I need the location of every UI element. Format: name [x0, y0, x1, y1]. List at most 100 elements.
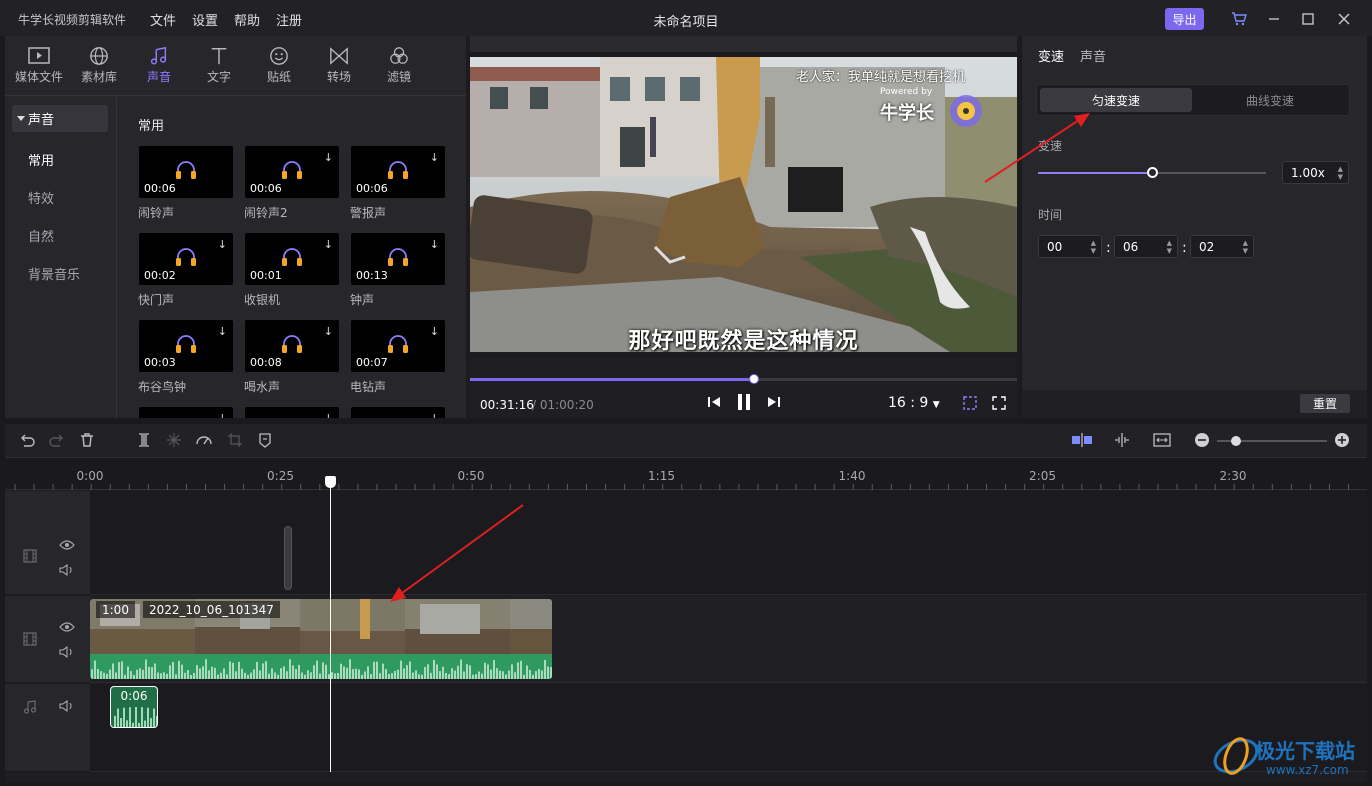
- menu-register[interactable]: 注册: [276, 10, 302, 29]
- sound-card[interactable]: ↓: [245, 407, 339, 418]
- sound-card[interactable]: 00:08 ↓: [245, 320, 339, 372]
- download-icon[interactable]: ↓: [430, 412, 439, 418]
- redo-icon[interactable]: [49, 432, 65, 452]
- sound-card[interactable]: 00:06 ↓: [245, 146, 339, 198]
- audio-clip[interactable]: 0:06: [110, 686, 158, 728]
- playhead[interactable]: [330, 478, 331, 772]
- small-clip-handle[interactable]: [284, 526, 292, 590]
- split-icon[interactable]: [136, 432, 152, 452]
- zoom-slider-knob[interactable]: [1231, 436, 1241, 446]
- download-icon[interactable]: ↓: [324, 325, 333, 338]
- delete-icon[interactable]: [79, 432, 95, 452]
- tab-text[interactable]: 文字: [189, 42, 249, 92]
- crop-tool-icon[interactable]: [227, 432, 243, 452]
- close-icon[interactable]: [1333, 8, 1355, 30]
- sound-card[interactable]: 00:02 ↓: [139, 233, 233, 285]
- prev-frame-icon[interactable]: [706, 394, 722, 414]
- video-clip[interactable]: 1:00 2022_10_06_101347: [90, 599, 552, 679]
- eye-icon[interactable]: [59, 539, 75, 555]
- zoom-in-icon[interactable]: [1334, 432, 1350, 452]
- pause-icon[interactable]: [736, 392, 752, 416]
- stepper-arrows-icon[interactable]: ▲ ▼: [1091, 239, 1096, 255]
- sound-duration: 00:08: [250, 356, 282, 369]
- volume-icon[interactable]: [59, 563, 75, 580]
- cart-icon[interactable]: [1228, 8, 1250, 30]
- uniform-speed-button[interactable]: 匀速变速: [1040, 88, 1192, 112]
- track-overlay[interactable]: [90, 491, 1367, 595]
- download-icon[interactable]: ↓: [324, 151, 333, 164]
- crop-icon[interactable]: [962, 395, 978, 415]
- freeze-icon[interactable]: [166, 432, 182, 452]
- next-frame-icon[interactable]: [766, 394, 782, 414]
- download-icon[interactable]: ↓: [218, 325, 227, 338]
- time-minutes-input[interactable]: 06 ▲ ▼: [1114, 235, 1178, 258]
- sound-card[interactable]: ↓: [139, 407, 233, 418]
- fit-timeline-icon[interactable]: [1153, 432, 1171, 452]
- download-icon[interactable]: ↓: [430, 151, 439, 164]
- tab-audio[interactable]: 声音: [129, 42, 189, 92]
- stepper-arrows-icon[interactable]: ▲ ▼: [1243, 239, 1248, 255]
- time-seconds-input[interactable]: 02 ▲ ▼: [1190, 235, 1254, 258]
- track-audio[interactable]: [90, 684, 1367, 772]
- playhead-handle[interactable]: [325, 476, 336, 488]
- sound-card[interactable]: 00:13 ↓: [351, 233, 445, 285]
- zoom-out-icon[interactable]: [1194, 432, 1210, 452]
- sound-card[interactable]: 00:03 ↓: [139, 320, 233, 372]
- eye-icon[interactable]: [59, 621, 75, 637]
- download-icon[interactable]: ↓: [324, 238, 333, 251]
- category-effects[interactable]: 特效: [28, 188, 54, 207]
- minimize-icon[interactable]: [1263, 8, 1285, 30]
- undo-icon[interactable]: [19, 432, 35, 452]
- category-header[interactable]: 声音: [12, 105, 108, 132]
- progress-knob[interactable]: [749, 374, 760, 384]
- reset-button[interactable]: 重置: [1300, 394, 1350, 413]
- time-hours-input[interactable]: 00 ▲ ▼: [1038, 235, 1102, 258]
- sound-card[interactable]: 00:01 ↓: [245, 233, 339, 285]
- sound-card[interactable]: 00:06 ↓: [351, 146, 445, 198]
- menu-file[interactable]: 文件: [150, 10, 176, 29]
- stepper-arrows-icon[interactable]: ▲ ▼: [1338, 165, 1343, 181]
- app-name: 牛学长视频剪辑软件: [18, 13, 127, 27]
- speed-gauge-icon[interactable]: [195, 432, 213, 452]
- time-ruler[interactable]: 0:00 0:25 0:50 1:15 1:40 2:05 2:30: [5, 458, 1367, 490]
- video-frame[interactable]: 老人家：我单纯就是想看挖机 Powered by 牛学长 那好吧既然是这种情况: [470, 57, 1017, 352]
- menu-settings[interactable]: 设置: [192, 10, 218, 29]
- download-icon[interactable]: ↓: [324, 412, 333, 418]
- audio-split-icon[interactable]: [1113, 432, 1131, 452]
- progress-bar[interactable]: [470, 374, 1017, 384]
- download-icon[interactable]: ↓: [430, 325, 439, 338]
- marker-icon[interactable]: [257, 432, 273, 452]
- tab-sound[interactable]: 声音: [1080, 46, 1106, 65]
- maximize-icon[interactable]: [1297, 8, 1319, 30]
- tab-filter[interactable]: 滤镜: [369, 42, 429, 92]
- category-nature[interactable]: 自然: [28, 226, 54, 245]
- sound-card[interactable]: 00:07 ↓: [351, 320, 445, 372]
- tab-media[interactable]: 媒体文件: [9, 42, 69, 92]
- download-icon[interactable]: ↓: [218, 238, 227, 251]
- speed-value-input[interactable]: 1.00x ▲ ▼: [1282, 161, 1349, 184]
- menu-help[interactable]: 帮助: [234, 10, 260, 29]
- sound-card[interactable]: 00:06: [139, 146, 233, 198]
- tab-speed[interactable]: 变速: [1038, 46, 1064, 65]
- export-button[interactable]: 导出: [1165, 8, 1204, 30]
- volume-icon[interactable]: [59, 645, 75, 662]
- section-title: 常用: [138, 119, 165, 134]
- zoom-slider[interactable]: [1217, 436, 1327, 446]
- speed-slider-knob[interactable]: [1147, 167, 1158, 178]
- aspect-ratio-select[interactable]: 16 : 9 ▼: [888, 395, 940, 411]
- category-bgm[interactable]: 背景音乐: [28, 264, 80, 283]
- sound-card[interactable]: ↓: [351, 407, 445, 418]
- snap-icon[interactable]: [1071, 432, 1093, 452]
- tab-sticker[interactable]: 贴纸: [249, 42, 309, 92]
- category-common[interactable]: 常用: [28, 150, 54, 169]
- stepper-arrows-icon[interactable]: ▲ ▼: [1167, 239, 1172, 255]
- sound-duration: 00:13: [356, 269, 388, 282]
- download-icon[interactable]: ↓: [430, 238, 439, 251]
- speed-slider[interactable]: [1038, 167, 1266, 178]
- download-icon[interactable]: ↓: [218, 412, 227, 418]
- tab-transition[interactable]: 转场: [309, 42, 369, 92]
- tab-library[interactable]: 素材库: [69, 42, 129, 92]
- volume-icon[interactable]: [59, 699, 75, 716]
- curve-speed-button[interactable]: 曲线变速: [1194, 88, 1346, 112]
- fullscreen-icon[interactable]: [991, 395, 1007, 415]
